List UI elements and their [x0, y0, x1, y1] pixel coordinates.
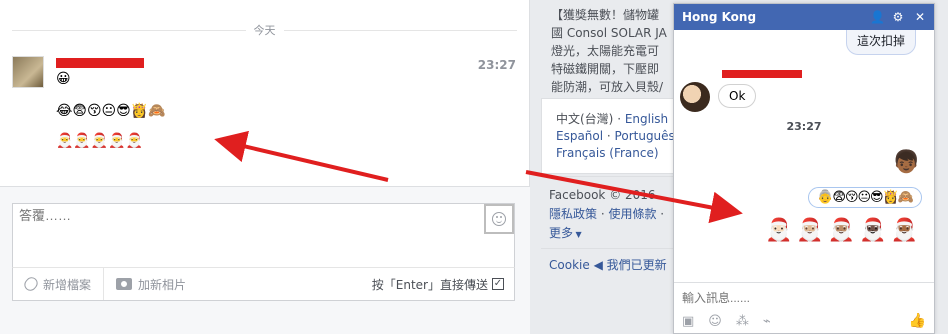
copyright: Facebook © 2016	[549, 188, 656, 202]
chat-sender-redacted	[722, 70, 802, 78]
footer-separator: ·	[656, 207, 665, 221]
add-photo-button[interactable]: 加新相片	[104, 268, 198, 300]
santa-emoji-row: 🎅🏻🎅🏼🎅🏽🎅🏿🎅🏾	[765, 218, 922, 243]
camera-icon[interactable]: ▣	[682, 314, 694, 329]
language-link-spanish[interactable]: Español	[556, 129, 603, 143]
friend-avatar[interactable]	[680, 82, 710, 112]
chat-conversation: 這次扣掉 Ok 23:27 👦🏾 👵😨😚😐😎👸🙈 🎅🏻🎅🏼🎅🏽🎅🏿🎅🏾	[674, 30, 934, 282]
cookie-update-link[interactable]: ◀ 我們已更新	[594, 258, 667, 272]
message-time: 23:27	[477, 58, 516, 72]
sender-avatar[interactable]	[12, 56, 44, 88]
emoji-icon[interactable]: ☺	[708, 314, 722, 329]
language-selector: 中文(台灣) · English Español · Português Fra…	[541, 98, 691, 174]
add-file-label: 新增檔案	[43, 277, 92, 292]
chat-popup: Hong Kong 👤 ⚙ ✕ 這次扣掉 Ok 23:27 👦🏾 👵😨😚😐😎👸🙈…	[673, 3, 935, 334]
chat-toolbar: ▣ ☺ ⁂ ⌁ 👍	[682, 313, 926, 329]
chat-header-actions: 👤 ⚙ ✕	[870, 10, 926, 24]
self-avatar-emoji: 👦🏾	[892, 150, 920, 175]
cookie-link[interactable]: Cookie	[549, 258, 590, 272]
right-column: 【獲獎無數！儲物罐 國 Consol SOLAR JA 燈光，太陽能充電可 特磁…	[531, 0, 691, 334]
divider	[541, 248, 691, 249]
caret-down-icon: ▼	[573, 230, 582, 239]
cookie-notice: Cookie ◀ 我們已更新	[549, 256, 667, 273]
add-person-icon[interactable]: 👤	[870, 10, 885, 24]
emoji-message-2: 😂😨😚😐😎👸🙈	[56, 103, 166, 119]
sent-message-bubble: 這次扣掉	[845, 30, 916, 55]
emoji-message-1: 😀	[56, 71, 71, 87]
emoji-message-3: 🎅🎅🎅🎅🎅	[56, 133, 144, 149]
chat-timestamp: 23:27	[786, 120, 822, 133]
emoji-button[interactable]	[484, 204, 514, 234]
enter-to-send-label: 按「Enter」直接傳送	[371, 277, 488, 292]
gear-icon[interactable]: ⚙	[892, 10, 904, 24]
paperclip-icon	[21, 274, 41, 294]
attach-icon[interactable]: ⌁	[763, 314, 771, 329]
camera-icon	[116, 278, 133, 290]
message-thread: 今天 23:27 😀 😂😨😚😐😎👸🙈 🎅🎅🎅🎅🎅 新增檔案	[0, 0, 530, 334]
message-group: 23:27 😀 😂😨😚😐😎👸🙈 🎅🎅🎅🎅🎅	[12, 56, 520, 166]
divider	[541, 176, 691, 177]
terms-link[interactable]: 使用條款	[608, 207, 656, 221]
day-divider: 今天	[12, 22, 517, 38]
chat-composer: ▣ ☺ ⁂ ⌁ 👍	[674, 282, 934, 333]
reply-input[interactable]	[19, 208, 449, 223]
more-link[interactable]: 更多	[549, 226, 573, 240]
language-link-french[interactable]: Français (France)	[556, 146, 659, 160]
language-link-portuguese[interactable]: Português	[615, 129, 675, 143]
page: 今天 23:27 😀 😂😨😚😐😎👸🙈 🎅🎅🎅🎅🎅 新增檔案	[0, 0, 948, 334]
language-separator: ·	[603, 129, 615, 143]
reply-composer: 新增檔案 加新相片 按「Enter」直接傳送 ✓	[0, 186, 530, 334]
add-photo-label: 加新相片	[138, 277, 187, 292]
chat-message-input[interactable]	[682, 291, 882, 305]
enter-to-send-checkbox[interactable]: ✓	[492, 278, 504, 290]
enter-to-send-toggle[interactable]: 按「Enter」直接傳送 ✓	[372, 276, 514, 293]
like-button[interactable]: 👍	[909, 313, 926, 329]
add-file-button[interactable]: 新增檔案	[13, 268, 105, 300]
language-link-english[interactable]: English	[625, 112, 668, 126]
emoji-message-bubble: 👵😨😚😐😎👸🙈	[808, 187, 922, 208]
language-separator: ·	[613, 112, 625, 126]
close-icon[interactable]: ✕	[914, 10, 926, 24]
received-message-bubble: Ok	[718, 84, 757, 108]
composer-toolbar: 新增檔案 加新相片 按「Enter」直接傳送 ✓	[12, 267, 515, 301]
day-label: 今天	[245, 22, 284, 38]
chat-header[interactable]: Hong Kong 👤 ⚙ ✕	[674, 4, 934, 30]
chat-title[interactable]: Hong Kong	[682, 10, 756, 24]
current-language: 中文(台灣)	[556, 112, 614, 126]
sticker-icon[interactable]: ⁂	[736, 314, 749, 329]
footer-separator: ·	[597, 207, 609, 221]
sender-name-redacted	[56, 58, 144, 68]
smiley-icon	[492, 212, 506, 226]
privacy-link[interactable]: 隱私政策	[549, 207, 597, 221]
footer-links: Facebook © 2016 隱私政策 · 使用條款 · 更多 ▼	[549, 186, 664, 244]
